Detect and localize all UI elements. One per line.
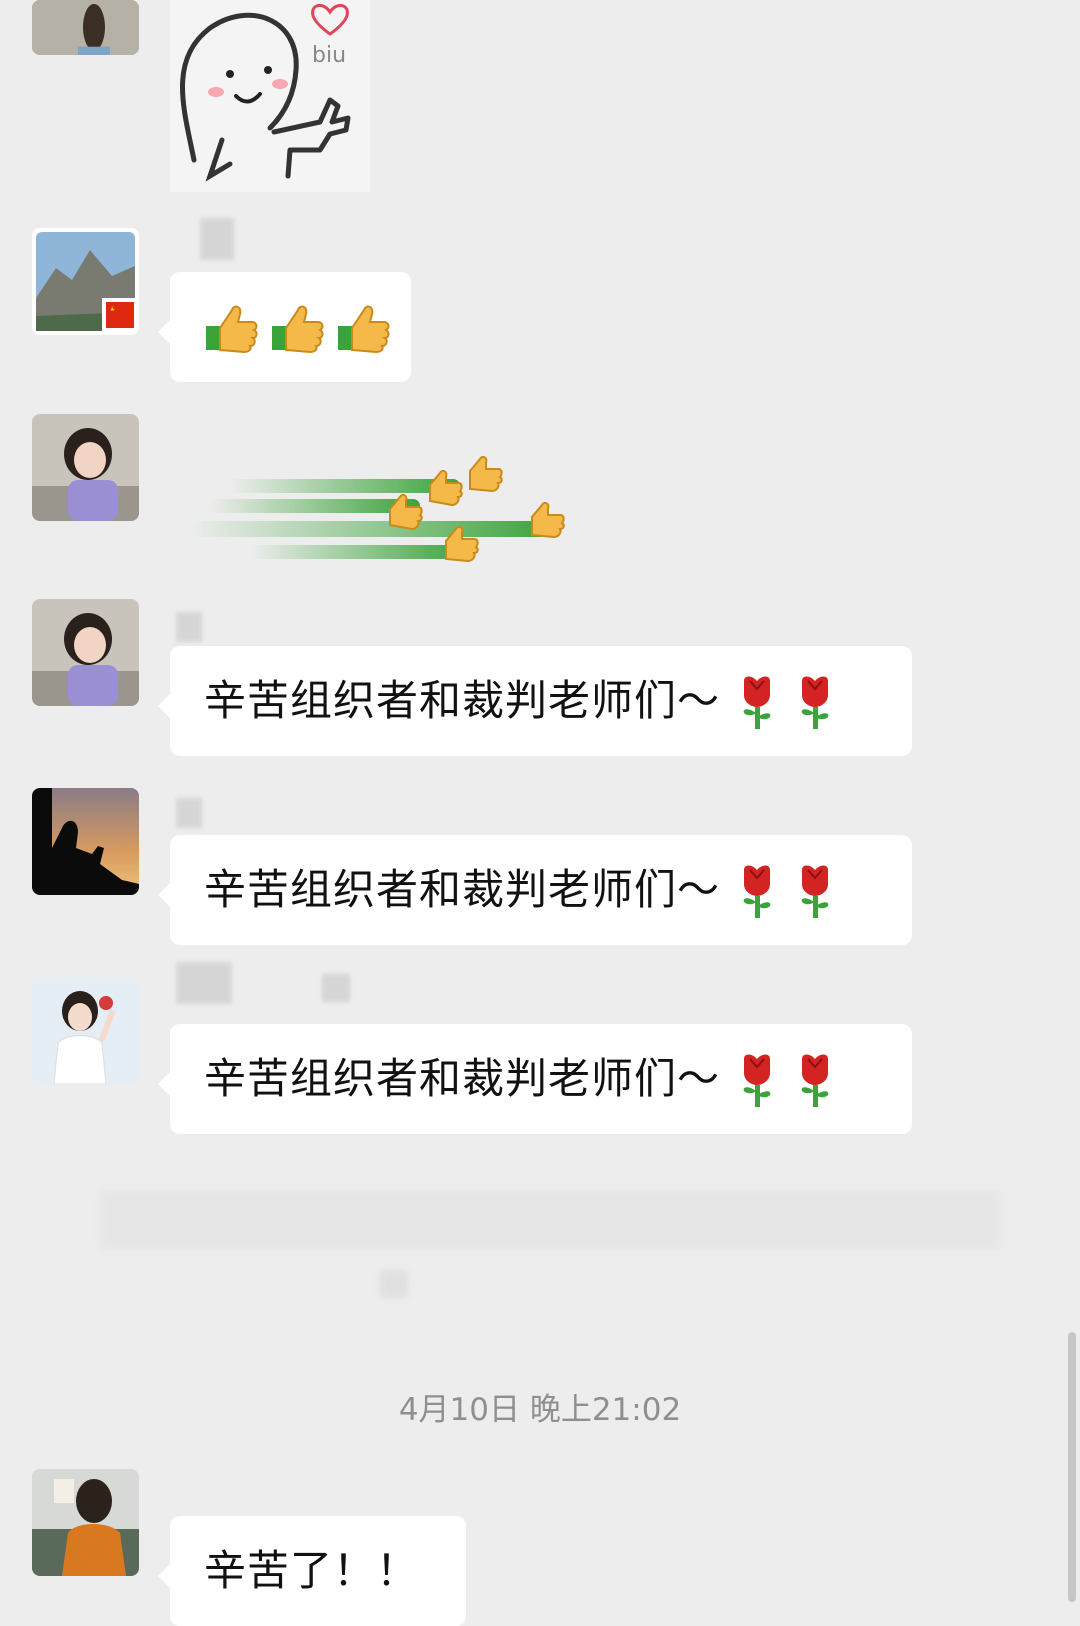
thumbs-up-icon xyxy=(272,305,324,354)
message-text: 辛苦组织者和裁判老师们～ xyxy=(204,1054,721,1103)
sticker-caption: biu xyxy=(312,43,346,68)
avatar[interactable] xyxy=(32,0,139,55)
rose-icon xyxy=(736,862,778,918)
message-bubble[interactable]: 辛苦组织者和裁判老师们～ xyxy=(158,835,912,945)
message-text: 辛苦了！！ xyxy=(204,1546,420,1595)
heart-icon xyxy=(311,3,349,36)
rose-icon xyxy=(736,1051,778,1107)
avatar[interactable] xyxy=(32,977,139,1084)
rose-icon xyxy=(794,862,836,918)
avatar[interactable] xyxy=(32,788,139,895)
thumbs-sticker[interactable] xyxy=(170,455,590,575)
scrollbar[interactable] xyxy=(1068,1332,1076,1602)
message-bubble[interactable]: 辛苦组织者和裁判老师们～ xyxy=(158,646,912,756)
rose-icon xyxy=(794,673,836,729)
rose-icon xyxy=(736,673,778,729)
rose-icon xyxy=(794,1051,836,1107)
avatar[interactable] xyxy=(32,1469,139,1576)
redacted-area xyxy=(380,1270,408,1298)
sticker[interactable]: biu xyxy=(170,0,370,192)
message-bubble[interactable]: 辛苦了！！ xyxy=(158,1516,466,1626)
avatar[interactable] xyxy=(32,228,139,335)
thumbs-up-icon xyxy=(338,305,390,354)
thumbs-up-icon xyxy=(206,305,258,354)
redacted-area xyxy=(100,1190,1000,1250)
avatar[interactable] xyxy=(32,414,139,521)
message-bubble[interactable]: 辛苦组织者和裁判老师们～ xyxy=(158,1024,912,1134)
avatar[interactable] xyxy=(32,599,139,706)
thumbs-emoji xyxy=(204,300,390,354)
message-text: 辛苦组织者和裁判老师们～ xyxy=(204,865,721,914)
message-bubble[interactable] xyxy=(158,272,411,382)
message-text: 辛苦组织者和裁判老师们～ xyxy=(204,676,721,725)
timestamp: 4月10日 晚上21:02 xyxy=(398,1392,682,1428)
